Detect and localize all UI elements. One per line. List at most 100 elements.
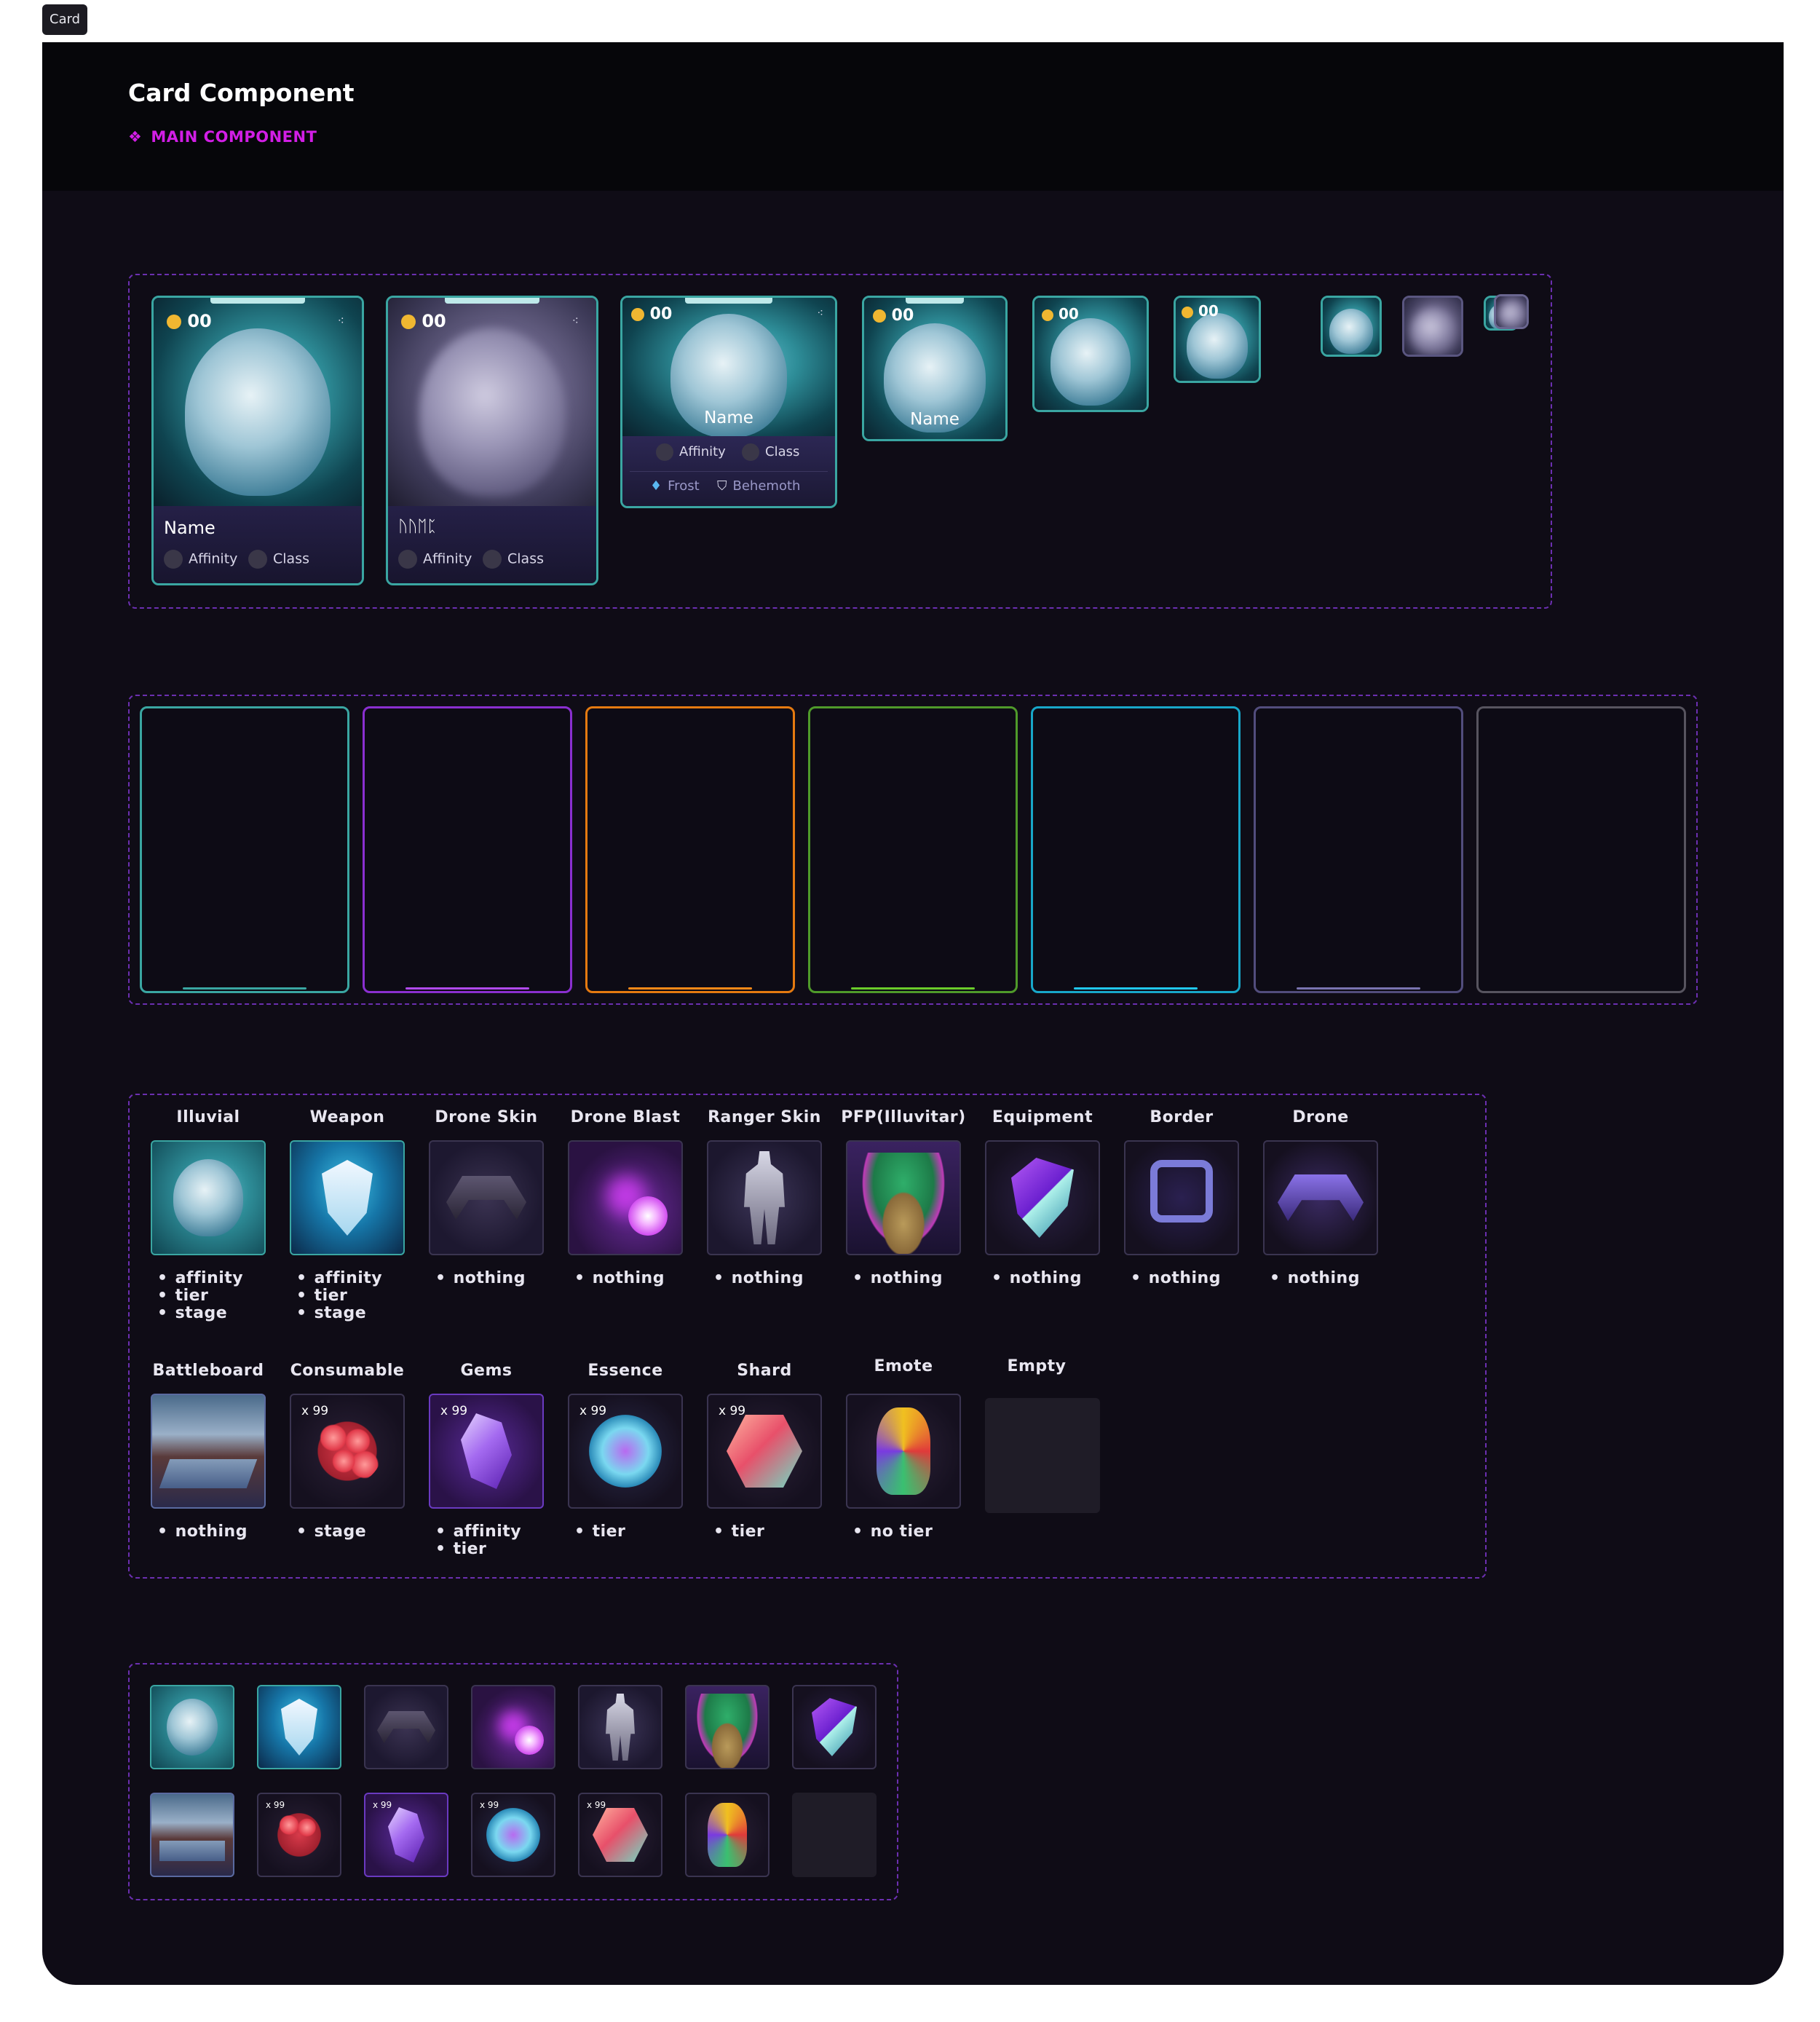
mini-drone-blast[interactable] [471,1685,555,1769]
mini-consumable[interactable]: x 99 [257,1793,341,1877]
coin-icon [873,309,886,323]
drone-skin-item[interactable] [429,1140,544,1255]
behemoth-chip: ⛉ Behemoth [717,478,800,494]
cost-badge: 00 [401,311,446,331]
landscape-icon [159,1841,225,1862]
border-item[interactable] [1124,1140,1239,1255]
cost-value: 00 [1198,302,1219,320]
top-frame-badge[interactable]: Card [42,4,88,35]
empty-item[interactable] [985,1398,1100,1513]
mini-pfp[interactable] [685,1685,769,1769]
mini-equipment[interactable] [792,1685,877,1769]
main-component-text: MAIN COMPONENT [151,128,317,146]
drone-item[interactable] [1263,1140,1378,1255]
comet-icon [515,1725,545,1755]
emote-icon [877,1407,930,1495]
attribute: nothing [1270,1270,1360,1287]
mini-battleboard[interactable] [150,1793,234,1877]
bear-image-blurred [1411,309,1455,355]
cost-value: 00 [1058,305,1079,323]
consumable-attributes: stage [296,1523,366,1541]
quantity-label: x 99 [266,1800,285,1810]
mini-weapon[interactable] [257,1685,341,1769]
card-art-blurred [1496,296,1527,327]
coin-icon [167,315,181,329]
card-name: Name [704,408,753,427]
cost-value: 00 [891,307,914,325]
mini-ranger-skin[interactable] [578,1685,662,1769]
frame-cyan[interactable] [1031,706,1241,993]
card-tiny-locked[interactable] [1494,294,1529,329]
category-label: Battleboard [152,1362,264,1380]
card-large-locked[interactable]: 00 ⁖ ᚢᚢᛖᛈ Affinity Class [386,296,598,585]
battleboard-attributes: nothing [157,1523,248,1541]
gem-shield-icon [812,1698,857,1756]
llama-icon [856,1152,951,1254]
card-notch [445,298,539,304]
card-notch [210,298,305,304]
frame-glow [1074,987,1198,990]
bear-icon [167,1699,218,1756]
category-label: Illuvial [176,1108,240,1126]
card-thumb-locked[interactable] [1402,296,1463,357]
affinity-chip: Affinity [656,443,726,461]
mini-gems[interactable]: x 99 [364,1793,448,1877]
mini-empty[interactable] [792,1793,877,1877]
frame-purple[interactable] [363,706,572,993]
frame-violet[interactable] [1254,706,1463,993]
card-xsmall[interactable]: 00 [1174,296,1261,383]
main-component-label[interactable]: ❖ MAIN COMPONENT [128,128,317,146]
border-frame-icon [1150,1159,1213,1223]
attribute: tier [157,1287,243,1305]
equipment-attributes: nothing [992,1270,1082,1287]
mini-illuvial[interactable] [150,1685,234,1769]
weapon-item[interactable] [290,1140,405,1255]
quantity-label: x 99 [301,1404,329,1418]
card-medium[interactable]: 00 Name [862,296,1008,441]
card-large[interactable]: 00 ⁖ Name Affinity Class [151,296,364,585]
emote-item[interactable] [846,1394,961,1509]
landscape-icon [159,1458,258,1488]
shard-item[interactable]: x 99 [707,1394,822,1509]
mini-emote[interactable] [685,1793,769,1877]
class-chip: Class [248,550,309,569]
illuvial-item[interactable] [151,1140,266,1255]
drone-blast-item[interactable] [568,1140,683,1255]
crystal-icon [461,1413,512,1489]
class-label: Class [507,550,544,567]
tier-dots-icon: ⁖ [571,314,579,328]
mini-shard[interactable]: x 99 [578,1793,662,1877]
frame-glow [851,987,975,990]
card-medium-detailed[interactable]: 00 ⁖ Name Affinity Class ♦ Frost ⛉ Behemot… [620,296,837,508]
equipment-item[interactable] [985,1140,1100,1255]
quantity-label: x 99 [719,1404,746,1418]
affinity-icon [398,550,417,569]
frame-orange[interactable] [585,706,795,993]
pfp-item[interactable] [846,1140,961,1255]
attribute: no tier [852,1523,933,1541]
card-thumb[interactable] [1321,296,1382,357]
comet-icon [628,1196,668,1236]
gems-item[interactable]: x 99 [429,1394,544,1509]
category-label: Emote [874,1357,933,1375]
frame-green[interactable] [808,706,1018,993]
drone-icon [377,1711,435,1743]
header: Card Component ❖ MAIN COMPONENT [42,42,1784,191]
bear-image-blurred [419,328,565,497]
affinity-icon [164,550,183,569]
llama-icon [692,1693,762,1768]
mini-drone-skin[interactable] [364,1685,448,1769]
pfp-attributes: nothing [852,1270,943,1287]
ranger-skin-item[interactable] [707,1140,822,1255]
battleboard-item[interactable] [151,1394,266,1509]
frame-teal[interactable] [140,706,349,993]
frame-glow [405,987,529,990]
essence-item[interactable]: x 99 [568,1394,683,1509]
category-label: Border [1150,1108,1214,1126]
frost-label: Frost [668,478,700,494]
attribute: tier [296,1287,382,1305]
frame-gray[interactable] [1476,706,1686,993]
card-small[interactable]: 00 [1032,296,1149,412]
mini-essence[interactable]: x 99 [471,1793,555,1877]
consumable-item[interactable]: x 99 [290,1394,405,1509]
